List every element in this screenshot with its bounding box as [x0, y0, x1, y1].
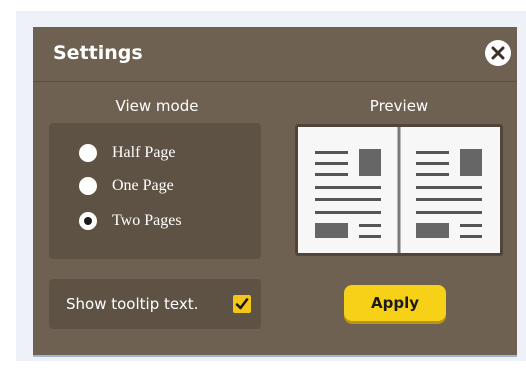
radio-label-one-page: One Page: [112, 177, 174, 194]
apply-button[interactable]: Apply: [344, 285, 446, 321]
settings-dialog: Settings View mode Preview Half Page One…: [33, 27, 517, 357]
radio-half-page[interactable]: [79, 144, 97, 162]
radio-two-pages[interactable]: [79, 212, 97, 230]
tooltip-label: Show tooltip text.: [66, 295, 199, 313]
view-mode-option-two-pages[interactable]: Two Pages: [79, 212, 182, 230]
view-mode-heading: View mode: [115, 97, 199, 115]
preview-box: [295, 124, 503, 256]
close-button[interactable]: [485, 40, 511, 66]
view-mode-option-one-page[interactable]: One Page: [79, 177, 174, 195]
two-page-spread-icon: [298, 127, 500, 253]
dialog-title: Settings: [53, 42, 143, 64]
preview-heading: Preview: [369, 97, 429, 115]
close-icon: [491, 46, 505, 60]
view-mode-option-half-page[interactable]: Half Page: [79, 144, 176, 162]
tooltip-option-panel: Show tooltip text.: [49, 279, 261, 329]
radio-label-two-pages: Two Pages: [112, 212, 182, 229]
show-tooltip-checkbox[interactable]: [233, 295, 251, 313]
view-mode-panel: Half Page One Page Two Pages: [49, 123, 261, 259]
checkmark-icon: [235, 298, 249, 310]
radio-label-half-page: Half Page: [112, 144, 176, 161]
radio-one-page[interactable]: [79, 177, 97, 195]
dialog-titlebar: Settings: [33, 27, 517, 82]
